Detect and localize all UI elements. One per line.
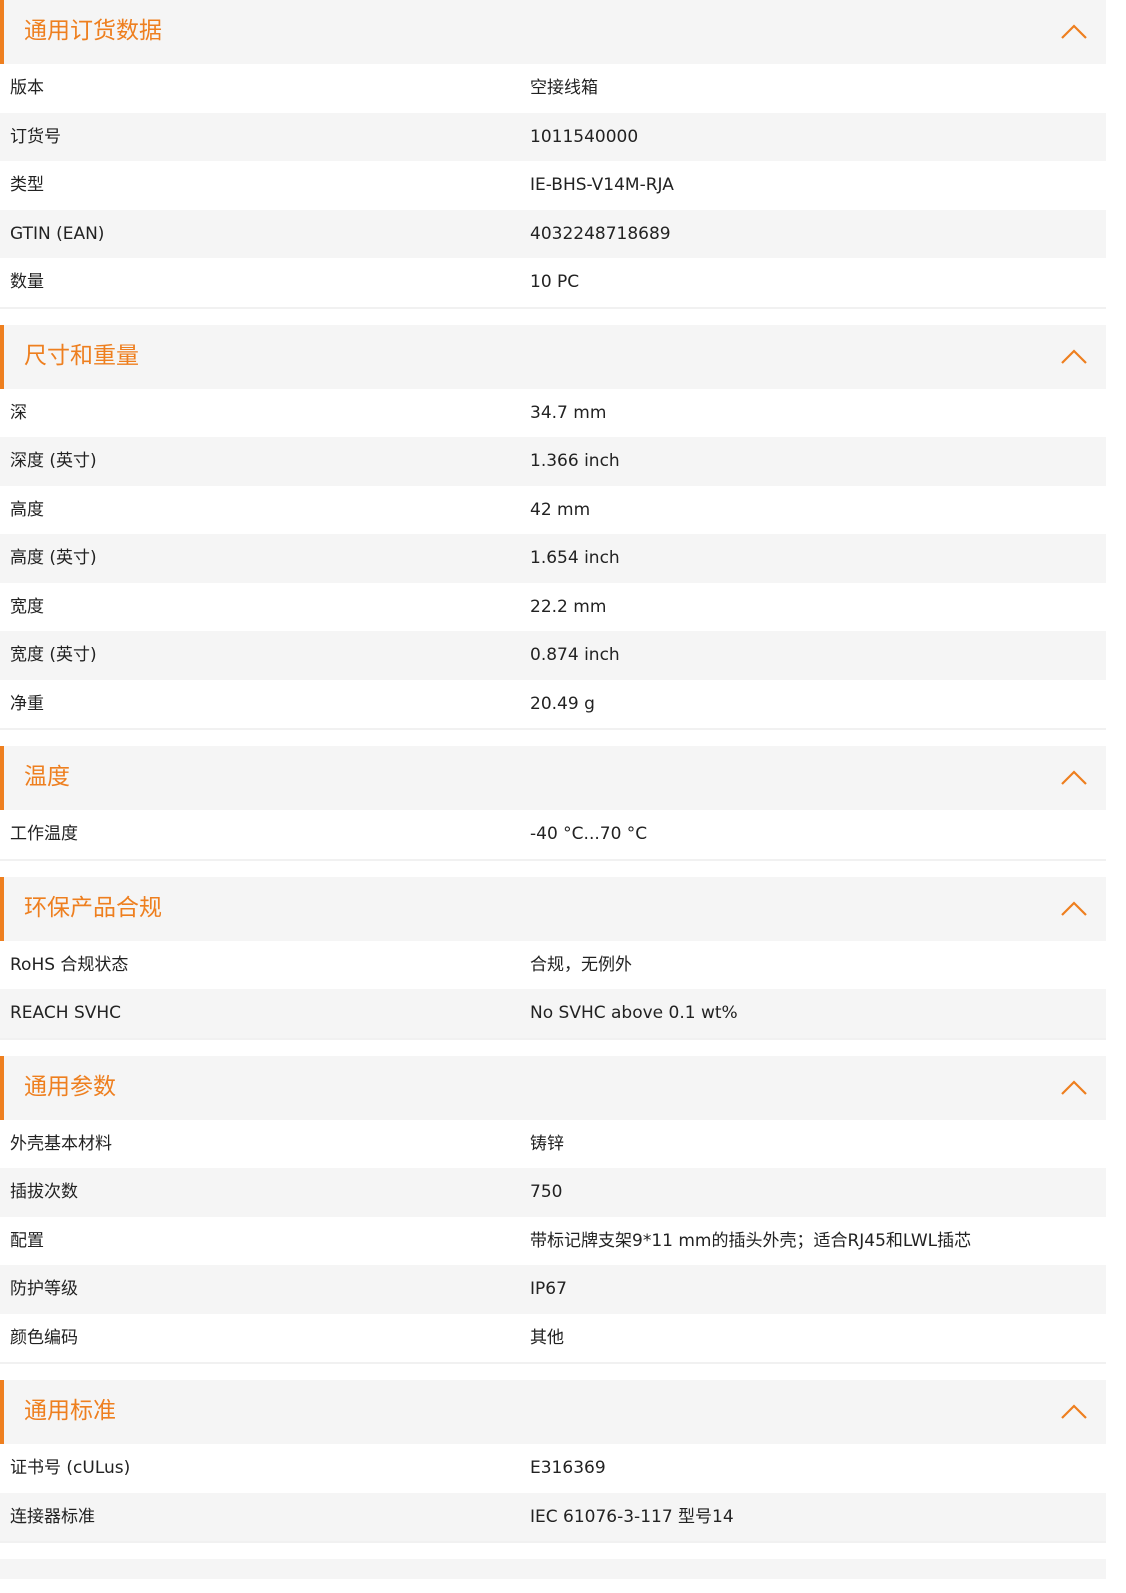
table-row: 配置 带标记牌支架9*11 mm的插头外壳；适合RJ45和LWL插芯 xyxy=(0,1216,1106,1265)
table-row: 深 34.7 mm xyxy=(0,388,1106,437)
table-row: REACH SVHC No SVHC above 0.1 wt% xyxy=(0,989,1106,1038)
row-label: REACH SVHC xyxy=(10,1003,122,1024)
row-label: 深 xyxy=(10,402,27,423)
table-row: 宽度 22.2 mm xyxy=(0,582,1106,631)
table-row: 类型 IE-BHS-V14M-RJA xyxy=(0,161,1106,210)
row-label: 配置 xyxy=(10,1230,44,1251)
section-header[interactable]: 通用订货数据 xyxy=(0,0,1106,64)
chevron-up-icon[interactable] xyxy=(1060,343,1088,371)
chevron-up-icon[interactable] xyxy=(1060,764,1088,792)
row-value: 其他 xyxy=(530,1327,564,1348)
chevron-up-icon[interactable] xyxy=(1060,18,1088,46)
section-dimensions-weight: 尺寸和重量 深 34.7 mm 深度 (英寸) 1.366 inch 高度 42… xyxy=(0,324,1106,730)
next-section-header-partial xyxy=(0,1559,1106,1579)
section-title: 环保产品合规 xyxy=(24,894,162,921)
row-label: 净重 xyxy=(10,693,44,714)
row-label: 高度 xyxy=(10,499,44,520)
row-label: 宽度 (英寸) xyxy=(10,645,97,666)
row-label: 插拔次数 xyxy=(10,1182,78,1203)
section-header[interactable]: 通用参数 xyxy=(0,1055,1106,1120)
table-row: 外壳基本材料 铸锌 xyxy=(0,1119,1106,1168)
row-label: 订货号 xyxy=(10,126,61,147)
row-label: 版本 xyxy=(10,78,44,99)
row-label: 高度 (英寸) xyxy=(10,548,97,569)
row-value: E316369 xyxy=(530,1458,606,1479)
table-row: 数量 10 PC xyxy=(0,258,1106,307)
table-row: 版本 空接线箱 xyxy=(0,64,1106,113)
chevron-up-icon[interactable] xyxy=(1060,895,1088,923)
table-row: 宽度 (英寸) 0.874 inch xyxy=(0,631,1106,680)
row-value: IP67 xyxy=(530,1279,567,1300)
row-value: 42 mm xyxy=(530,499,591,520)
row-value: 铸锌 xyxy=(530,1133,564,1154)
section-temperature: 温度 工作温度 -40 °C...70 °C xyxy=(0,746,1106,861)
row-value: 带标记牌支架9*11 mm的插头外壳；适合RJ45和LWL插芯 xyxy=(530,1230,972,1251)
table-row: 证书号 (cULus) E316369 xyxy=(0,1444,1106,1493)
row-label: 深度 (英寸) xyxy=(10,451,97,472)
table-row: 高度 (英寸) 1.654 inch xyxy=(0,534,1106,583)
row-value: IE-BHS-V14M-RJA xyxy=(530,175,674,196)
row-label: 连接器标准 xyxy=(10,1506,95,1527)
row-label: GTIN (EAN) xyxy=(10,223,105,244)
row-value: 合规，无例外 xyxy=(530,954,632,975)
row-value: 0.874 inch xyxy=(530,645,620,666)
row-value: 10 PC xyxy=(530,272,580,293)
table-row: GTIN (EAN) 4032248718689 xyxy=(0,209,1106,258)
row-label: 防护等级 xyxy=(10,1279,78,1300)
table-row: 工作温度 -40 °C...70 °C xyxy=(0,810,1106,859)
table-row: 深度 (英寸) 1.366 inch xyxy=(0,437,1106,486)
row-value: -40 °C...70 °C xyxy=(530,824,648,845)
section-header[interactable]: 温度 xyxy=(0,746,1106,810)
section-title: 通用标准 xyxy=(24,1398,116,1424)
table-row: 防护等级 IP67 xyxy=(0,1265,1106,1314)
row-label: 颜色编码 xyxy=(10,1327,78,1348)
section-title: 通用订货数据 xyxy=(24,18,162,44)
row-value: 1011540000 xyxy=(530,126,639,147)
row-value: 4032248718689 xyxy=(530,223,671,244)
row-label: 工作温度 xyxy=(10,824,78,845)
section-header[interactable]: 通用标准 xyxy=(0,1380,1106,1444)
row-value: No SVHC above 0.1 wt% xyxy=(530,1003,738,1024)
row-value: 20.49 g xyxy=(530,693,595,714)
table-row: 颜色编码 其他 xyxy=(0,1313,1106,1362)
chevron-up-icon[interactable] xyxy=(1060,1398,1088,1426)
row-value: 1.654 inch xyxy=(530,548,620,569)
row-label: 数量 xyxy=(10,272,44,293)
spec-page: 通用订货数据 版本 空接线箱 订货号 1011540000 类型 IE-BHS-… xyxy=(0,0,1106,1579)
chevron-up-icon[interactable] xyxy=(1060,1074,1088,1102)
row-value: IEC 61076-3-117 型号14 xyxy=(530,1506,734,1527)
section-general-ordering-data: 通用订货数据 版本 空接线箱 订货号 1011540000 类型 IE-BHS-… xyxy=(0,0,1106,309)
section-general-parameters: 通用参数 外壳基本材料 铸锌 插拔次数 750 配置 带标记牌支架9*11 mm… xyxy=(0,1055,1106,1364)
row-value: 22.2 mm xyxy=(530,596,607,617)
section-title: 尺寸和重量 xyxy=(24,342,139,369)
row-value: 34.7 mm xyxy=(530,402,607,423)
table-row: RoHS 合规状态 合规，无例外 xyxy=(0,940,1106,989)
row-label: 宽度 xyxy=(10,596,44,617)
table-row: 高度 42 mm xyxy=(0,485,1106,534)
row-value: 750 xyxy=(530,1182,563,1203)
section-title: 温度 xyxy=(24,764,70,790)
row-label: 类型 xyxy=(10,175,44,196)
table-row: 连接器标准 IEC 61076-3-117 型号14 xyxy=(0,1492,1106,1541)
section-title: 通用参数 xyxy=(24,1073,116,1100)
table-row: 订货号 1011540000 xyxy=(0,112,1106,161)
table-row: 插拔次数 750 xyxy=(0,1168,1106,1217)
row-value: 1.366 inch xyxy=(530,451,620,472)
section-environmental-compliance: 环保产品合规 RoHS 合规状态 合规，无例外 REACH SVHC No SV… xyxy=(0,876,1106,1040)
row-label: 证书号 (cULus) xyxy=(10,1458,131,1479)
section-general-standards: 通用标准 证书号 (cULus) E316369 连接器标准 IEC 61076… xyxy=(0,1380,1106,1543)
table-row: 净重 20.49 g xyxy=(0,679,1106,728)
row-label: 外壳基本材料 xyxy=(10,1133,112,1154)
section-header[interactable]: 尺寸和重量 xyxy=(0,324,1106,389)
section-header[interactable]: 环保产品合规 xyxy=(0,876,1106,941)
row-label: RoHS 合规状态 xyxy=(10,954,129,975)
row-value: 空接线箱 xyxy=(530,78,598,99)
